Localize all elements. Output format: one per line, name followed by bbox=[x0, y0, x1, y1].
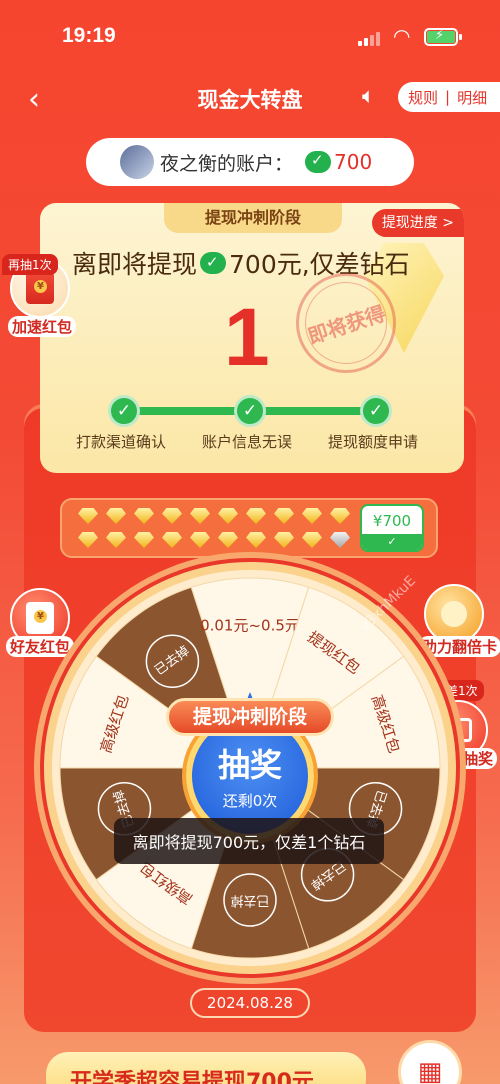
wheel-segment-label: 0.01元~0.5元 bbox=[200, 617, 300, 635]
diamond-icon bbox=[162, 508, 182, 524]
diamond-icon bbox=[302, 508, 322, 524]
promo-banner[interactable]: 开学季超容易提现700元 bbox=[46, 1052, 366, 1084]
step-label-3: 提现额度申请 bbox=[328, 433, 419, 451]
diamond-icon bbox=[190, 508, 210, 524]
nav-bar: ‹ 现金大转盘 🔈︎ 规则 | 明细 bbox=[0, 72, 500, 122]
draw-again-tag: 再抽1次 bbox=[2, 254, 58, 275]
diamond-icon bbox=[190, 532, 210, 548]
headline-amount: 700元 bbox=[229, 250, 302, 279]
speedup-redpacket-label: 加速红包 bbox=[8, 316, 77, 337]
step-label-1: 打款渠道确认 bbox=[76, 433, 167, 451]
wifi-icon: ◠ bbox=[393, 24, 411, 48]
step-check-icon: ✓ bbox=[108, 395, 140, 427]
diamond-icon bbox=[134, 508, 154, 524]
progress-link[interactable]: 提现进度 > bbox=[371, 209, 464, 237]
signal-icon bbox=[358, 30, 384, 46]
date-pill: 2024.08.28 bbox=[190, 988, 310, 1018]
details-button[interactable]: 明细 bbox=[457, 87, 487, 108]
spins-remaining: 还剩0次 bbox=[222, 792, 278, 810]
rules-details-pill: 规则 | 明细 bbox=[398, 82, 500, 112]
diamond-icon bbox=[78, 532, 98, 548]
diamond-icon bbox=[106, 508, 126, 524]
step-check-icon: ✓ bbox=[234, 395, 266, 427]
diamond-icon bbox=[218, 532, 238, 548]
wechat-icon: ✓ bbox=[362, 534, 422, 550]
qr-code-icon[interactable]: ▦ bbox=[398, 1040, 462, 1084]
diamond-icon bbox=[162, 532, 182, 548]
progress-stage-tab: 提现冲刺阶段 bbox=[164, 203, 342, 233]
spin-label: 抽奖 bbox=[217, 746, 282, 784]
account-amount: 700 bbox=[334, 150, 373, 174]
wechat-icon bbox=[200, 252, 227, 274]
pill-divider: | bbox=[445, 88, 451, 106]
toast-message: 离即将提现700元，仅差1个钻石 bbox=[114, 818, 384, 864]
sprint-stage-banner: 提现冲刺阶段 bbox=[166, 698, 334, 736]
diamond-icon bbox=[78, 508, 98, 524]
cash-amount: ¥700 bbox=[372, 512, 412, 530]
status-time: 19:19 bbox=[62, 24, 116, 47]
step-check-icon: ✓ bbox=[360, 395, 392, 427]
diamond-icon bbox=[274, 508, 294, 524]
wechat-pay-icon bbox=[305, 151, 332, 173]
remaining-count: 1 bbox=[224, 292, 270, 383]
battery-icon bbox=[424, 28, 462, 46]
cash-reward-badge: ¥700 ✓ bbox=[360, 504, 424, 552]
red-envelope-icon bbox=[26, 272, 54, 304]
status-bar: 19:19 ◠ bbox=[0, 0, 500, 70]
wheel-segment-label: 已去掉 bbox=[230, 893, 269, 908]
speaker-icon[interactable]: 🔈︎ bbox=[362, 84, 375, 109]
diamond-icon bbox=[302, 532, 322, 548]
diamond-icon bbox=[246, 508, 266, 524]
diamond-icon bbox=[246, 532, 266, 548]
diamond-icon bbox=[274, 532, 294, 548]
diamond-icon bbox=[134, 532, 154, 548]
diamond-icon bbox=[218, 508, 238, 524]
avatar bbox=[120, 145, 154, 179]
headline-prefix: 离即将提现 bbox=[72, 250, 198, 279]
step-label-2: 账户信息无误 bbox=[202, 433, 293, 451]
diamond-icon bbox=[106, 532, 126, 548]
account-pill: 夜之衡的账户： 700 bbox=[86, 138, 414, 186]
diamond-icon bbox=[330, 508, 350, 524]
rules-button[interactable]: 规则 bbox=[408, 87, 438, 108]
account-name: 夜之衡的账户： bbox=[160, 152, 294, 175]
diamond-icon bbox=[330, 532, 350, 548]
progress-card: 提现冲刺阶段 提现进度 > 离即将提现 700元 ,仅差钻石 1 即将获得 ✓ … bbox=[40, 203, 464, 473]
redpacket-icon bbox=[26, 602, 54, 634]
